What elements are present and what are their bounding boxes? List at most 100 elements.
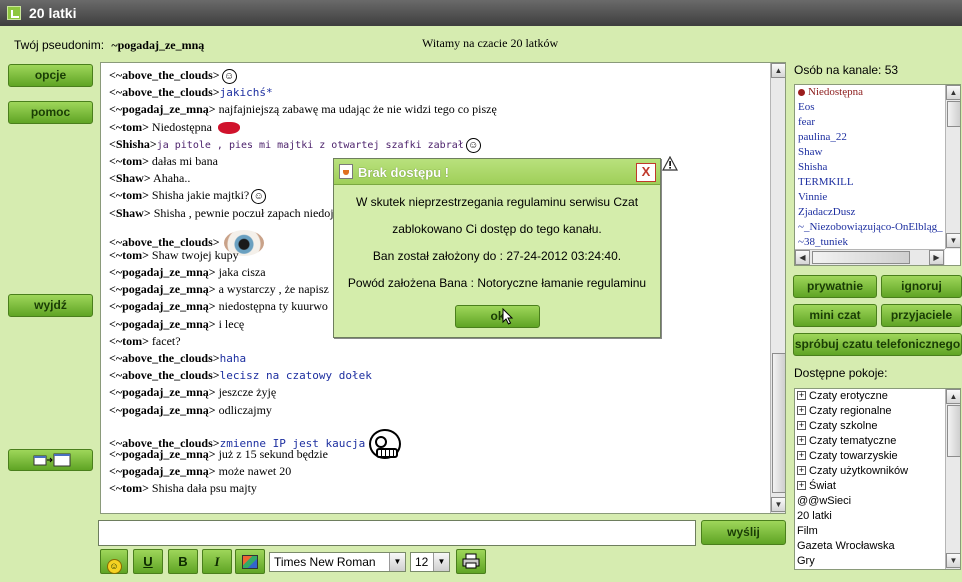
- expand-icon[interactable]: +: [797, 481, 806, 490]
- chat-text: jeszcze żyję: [215, 385, 277, 400]
- user-list-scroll-thumb[interactable]: [947, 101, 960, 127]
- rooms-tree[interactable]: + Czaty erotyczne + Czaty regionalne + Czaty …: [794, 388, 961, 570]
- expand-icon[interactable]: +: [797, 391, 806, 400]
- user-list-item[interactable]: Niedostępna: [795, 85, 960, 100]
- room-item[interactable]: Film: [795, 524, 960, 539]
- nickname-label: Twój pseudonim:: [14, 38, 105, 52]
- font-size-select[interactable]: 12 ▼: [410, 552, 450, 572]
- chat-scroll-thumb[interactable]: [772, 353, 785, 493]
- chat-nick[interactable]: <~tom>: [109, 334, 149, 348]
- user-name: Shisha: [798, 161, 828, 173]
- scroll-up-icon[interactable]: ▲: [771, 63, 785, 78]
- expand-icon[interactable]: +: [797, 406, 806, 415]
- phone-chat-button[interactable]: spróbuj czatu telefonicznego: [793, 333, 962, 356]
- chat-nick[interactable]: <~above_the_clouds>: [109, 68, 220, 82]
- exit-button[interactable]: wyjdź: [8, 294, 93, 317]
- chat-nick[interactable]: <~pogadaj_ze_mną>: [109, 447, 216, 461]
- chat-nick[interactable]: <~pogadaj_ze_mną>: [109, 403, 216, 417]
- ok-button[interactable]: ok: [455, 305, 540, 328]
- chat-nick[interactable]: <~pogadaj_ze_mną>: [109, 385, 216, 399]
- rooms-scrollbar[interactable]: ▲ ▼: [945, 389, 960, 569]
- scroll-up-icon[interactable]: ▲: [946, 389, 960, 404]
- chat-nick[interactable]: <~above_the_clouds>: [109, 351, 220, 365]
- mini-chat-button[interactable]: mini czat: [793, 304, 877, 327]
- chat-nick[interactable]: <~pogadaj_ze_mną>: [109, 265, 216, 279]
- user-list-item[interactable]: ZjadaczDusz: [795, 205, 960, 220]
- chat-nick[interactable]: <~tom>: [109, 120, 149, 134]
- user-list-item[interactable]: Shaw: [795, 145, 960, 160]
- chat-nick[interactable]: <~pogadaj_ze_mną>: [109, 299, 216, 313]
- user-list-hscroll-thumb[interactable]: [812, 251, 910, 264]
- user-list-item[interactable]: Shisha: [795, 160, 960, 175]
- italic-button[interactable]: I: [202, 549, 232, 574]
- user-list-scrollbar[interactable]: ▲ ▼: [945, 85, 960, 249]
- user-list-item[interactable]: ~_Niezobowiązująco-OnElbląg_: [795, 220, 960, 235]
- bold-button[interactable]: B: [168, 549, 198, 574]
- chat-nick[interactable]: <~tom>: [109, 188, 149, 202]
- dialog-title: Brak dostępu !: [358, 165, 450, 180]
- room-item[interactable]: + Czaty regionalne: [795, 404, 960, 419]
- chat-nick[interactable]: <~tom>: [109, 154, 149, 168]
- scroll-up-icon[interactable]: ▲: [946, 85, 960, 100]
- room-item[interactable]: + Świat: [795, 479, 960, 494]
- print-button[interactable]: [456, 549, 486, 574]
- chat-nick[interactable]: <Shaw>: [109, 171, 151, 185]
- user-list-hscrollbar[interactable]: ◀ ▶: [795, 249, 945, 265]
- chat-nick[interactable]: <~tom>: [109, 481, 149, 495]
- user-list-item[interactable]: paulina_22: [795, 130, 960, 145]
- scroll-down-icon[interactable]: ▼: [946, 553, 960, 568]
- scroll-right-icon[interactable]: ▶: [929, 250, 944, 265]
- room-item[interactable]: 20 latki: [795, 509, 960, 524]
- expand-icon[interactable]: +: [797, 421, 806, 430]
- room-item[interactable]: + Czaty użytkowników: [795, 464, 960, 479]
- room-item[interactable]: @@wSieci: [795, 494, 960, 509]
- underline-button[interactable]: U: [133, 549, 163, 574]
- message-input[interactable]: [98, 520, 696, 546]
- chat-scrollbar[interactable]: ▲ ▼: [770, 63, 785, 513]
- close-icon[interactable]: X: [636, 163, 656, 182]
- chat-nick[interactable]: <~pogadaj_ze_mną>: [109, 102, 216, 116]
- chat-text: lecisz na czatowy dołek: [219, 369, 372, 383]
- room-item[interactable]: Gazeta Wrocławska: [795, 539, 960, 554]
- room-label: @@wSieci: [797, 495, 852, 507]
- user-list-item[interactable]: ~38_tuniek: [795, 235, 960, 250]
- chat-nick[interactable]: <~pogadaj_ze_mną>: [109, 464, 216, 478]
- ignore-button[interactable]: ignoruj: [881, 275, 962, 298]
- color-button[interactable]: [235, 549, 265, 574]
- help-button[interactable]: pomoc: [8, 101, 93, 124]
- chat-nick[interactable]: <Shaw>: [109, 206, 151, 220]
- options-button[interactable]: opcje: [8, 64, 93, 87]
- font-family-select[interactable]: Times New Roman ▼: [269, 552, 406, 572]
- detach-window-button[interactable]: [8, 449, 93, 471]
- room-item[interactable]: + Czaty erotyczne: [795, 389, 960, 404]
- chat-nick[interactable]: <~pogadaj_ze_mną>: [109, 317, 216, 331]
- user-list-item[interactable]: Vinnie: [795, 190, 960, 205]
- emoticons-button[interactable]: ☺: [100, 549, 128, 574]
- user-list-item[interactable]: TERMKILL: [795, 175, 960, 190]
- chat-nick[interactable]: <~above_the_clouds>: [109, 368, 220, 382]
- scroll-left-icon[interactable]: ◀: [795, 250, 810, 265]
- user-list-item[interactable]: Eos: [795, 100, 960, 115]
- expand-icon[interactable]: +: [797, 436, 806, 445]
- room-item[interactable]: Gry: [795, 554, 960, 569]
- expand-icon[interactable]: +: [797, 451, 806, 460]
- chat-nick[interactable]: <~above_the_clouds>: [109, 85, 220, 99]
- expand-icon[interactable]: +: [797, 466, 806, 475]
- chat-text: Shaw twojej kupy: [148, 247, 239, 262]
- detach-window-icon: [33, 453, 70, 467]
- send-button[interactable]: wyślij: [701, 520, 786, 545]
- scroll-down-icon[interactable]: ▼: [771, 497, 785, 512]
- scroll-down-icon[interactable]: ▼: [946, 233, 960, 248]
- rooms-scroll-thumb[interactable]: [947, 405, 960, 457]
- user-list[interactable]: Niedostępna Eos fear paulina_22 Shaw Shisha TE…: [794, 84, 961, 266]
- room-item[interactable]: + Czaty szkolne: [795, 419, 960, 434]
- chat-nick[interactable]: <Shisha>: [109, 137, 157, 151]
- chat-nick[interactable]: <~pogadaj_ze_mną>: [109, 282, 216, 296]
- private-button[interactable]: prywatnie: [793, 275, 877, 298]
- room-item[interactable]: + Czaty towarzyskie: [795, 449, 960, 464]
- user-list-item[interactable]: fear: [795, 115, 960, 130]
- friends-button[interactable]: przyjaciele: [881, 304, 962, 327]
- room-item[interactable]: + Czaty tematyczne: [795, 434, 960, 449]
- smiley-icon: ☺: [251, 189, 267, 205]
- chat-nick[interactable]: <~tom>: [109, 248, 149, 262]
